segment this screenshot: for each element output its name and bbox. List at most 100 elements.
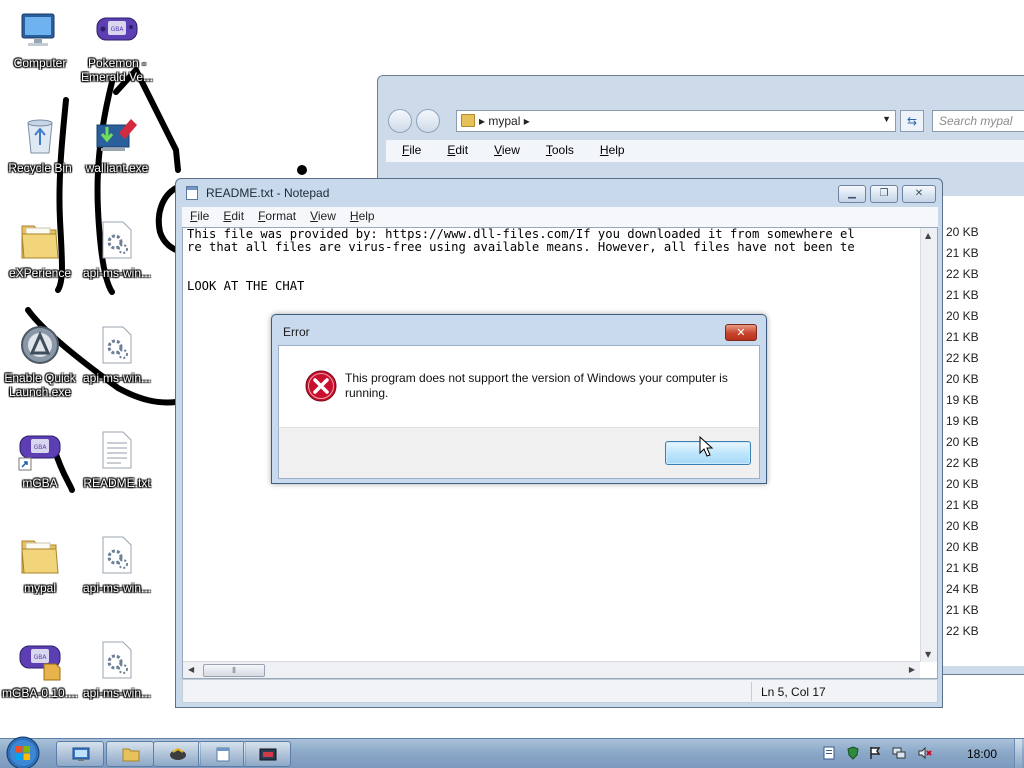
- system-tray: 18:00: [820, 739, 1022, 768]
- desktop-icon-walliant[interactable]: walliant.exe: [77, 105, 157, 195]
- dialog-title: Error: [283, 325, 310, 339]
- scroll-up-arrow-icon[interactable]: ▲: [925, 231, 931, 240]
- folder-icon: [21, 540, 59, 574]
- breadcrumb[interactable]: ▸ mypal ▸: [479, 114, 530, 128]
- scroll-down-arrow-icon[interactable]: ▼: [925, 650, 931, 659]
- horizontal-scrollbar[interactable]: ◀ ⦀ ▶: [183, 661, 920, 678]
- desktop-icon-label: api-ms-win...: [82, 371, 151, 385]
- forward-button[interactable]: [416, 109, 440, 133]
- desktop-icon-label: mypal: [23, 581, 56, 595]
- desktop-icon-enable-quick-launch[interactable]: Enable Quick Launch.exe: [0, 315, 80, 405]
- taskbar-button-notepad[interactable]: [198, 741, 246, 767]
- desktop-icon-recycle-bin[interactable]: Recycle Bin: [0, 105, 80, 195]
- security-shield-icon[interactable]: [846, 746, 860, 760]
- menu-view[interactable]: View: [302, 207, 342, 223]
- notepad-icon: [186, 186, 198, 200]
- desktop-icon-pokemon-emerald[interactable]: GBA Pokemon - Emerald Ve...: [77, 0, 157, 90]
- file-size-cell: 21 KB: [946, 288, 979, 302]
- clock[interactable]: 18:00: [960, 747, 1004, 761]
- address-dropdown-icon[interactable]: ▼: [882, 114, 891, 124]
- desktop-icon-label: mGBA-0.10....: [1, 686, 79, 700]
- back-button[interactable]: [388, 109, 412, 133]
- search-input[interactable]: Search mypal: [932, 110, 1024, 132]
- desktop-icon-api-ms-win-3[interactable]: api-ms-win...: [77, 525, 157, 615]
- dialog-close-button[interactable]: ✕: [725, 324, 757, 341]
- mouse-cursor-icon: [699, 436, 714, 457]
- status-separator: [751, 682, 752, 701]
- file-size-column: 20 KB 21 KB 22 KB 21 KB 20 KB 21 KB 22 KB 20 KB…: [946, 222, 986, 642]
- menu-view[interactable]: View: [478, 140, 530, 157]
- error-icon: [305, 370, 337, 402]
- menu-edit[interactable]: Edit: [431, 140, 478, 157]
- taskbar-button-app[interactable]: [153, 741, 201, 767]
- desktop-icon-api-ms-win-1[interactable]: api-ms-win...: [77, 210, 157, 300]
- status-bar: Ln 5, Col 17: [182, 679, 938, 703]
- desktop-icon-mgba-archive[interactable]: GBA mGBA-0.10....: [0, 630, 80, 720]
- horizontal-scroll-thumb[interactable]: ⦀: [203, 664, 265, 677]
- file-size-cell: 21 KB: [946, 498, 979, 512]
- error-dialog[interactable]: Error ✕ This program does not support th…: [271, 314, 767, 484]
- maximize-button[interactable]: ❐: [870, 185, 898, 203]
- desktop-icon-api-ms-win-2[interactable]: api-ms-win...: [77, 315, 157, 405]
- file-size-cell: 22 KB: [946, 624, 979, 638]
- breadcrumb-mypal[interactable]: mypal: [488, 114, 520, 128]
- folder-icon: [21, 225, 59, 259]
- dll-file-icon: [102, 536, 132, 574]
- app-icon: [170, 747, 186, 760]
- desktop-icon-api-ms-win-4[interactable]: api-ms-win...: [77, 630, 157, 720]
- volume-muted-icon[interactable]: [918, 746, 932, 760]
- taskbar-button-explorer[interactable]: [106, 741, 154, 767]
- explorer-menu-bar: File Edit View Tools Help: [386, 140, 1024, 162]
- file-size-cell: 24 KB: [946, 582, 979, 596]
- file-size-cell: 20 KB: [946, 477, 979, 491]
- taskbar: 18:00: [0, 735, 1024, 768]
- scroll-left-arrow-icon[interactable]: ◀: [188, 665, 194, 674]
- minimize-button[interactable]: ▁: [838, 185, 866, 203]
- taskbar-button-error-dialog[interactable]: [243, 741, 291, 767]
- file-size-cell: 21 KB: [946, 246, 979, 260]
- desktop-icon-label: Enable Quick Launch.exe: [4, 371, 76, 399]
- file-size-cell: 22 KB: [946, 456, 979, 470]
- svg-text:GBA: GBA: [34, 444, 48, 451]
- menu-tools[interactable]: Tools: [530, 140, 584, 157]
- desktop-icon-readme[interactable]: README.txt: [77, 420, 157, 510]
- menu-format[interactable]: Format: [250, 207, 302, 223]
- menu-file[interactable]: File: [182, 207, 215, 223]
- desktop-icon-label: Pokemon - Emerald Ve...: [80, 56, 154, 84]
- scroll-right-arrow-icon[interactable]: ▶: [909, 665, 915, 674]
- dialog-body: This program does not support the versio…: [278, 345, 760, 427]
- desktop-icon-computer[interactable]: Computer: [0, 0, 80, 90]
- vertical-scrollbar[interactable]: ▲ ▼: [920, 228, 937, 662]
- dialog-footer: [278, 427, 760, 479]
- folder-icon: [122, 748, 140, 762]
- menu-file[interactable]: File: [386, 140, 431, 157]
- text-line-5: LOOK AT THE CHAT: [187, 279, 305, 293]
- action-center-flag-icon[interactable]: [868, 746, 882, 760]
- desktop-icon-label: eXPerience: [8, 266, 72, 280]
- notepad-title-bar[interactable]: README.txt - Notepad ▁ ❐ ✕: [176, 179, 942, 207]
- quick-launch-icon: [21, 326, 59, 364]
- file-size-cell: 19 KB: [946, 393, 979, 407]
- network-icon[interactable]: [892, 746, 906, 760]
- address-bar[interactable]: ▸ mypal ▸ ▼: [456, 110, 896, 132]
- desktop-icon-label: Recycle Bin: [8, 161, 72, 175]
- desktop-icon-label: mGBA: [22, 476, 58, 490]
- desktop-icon-mgba[interactable]: GBA mGBA: [0, 420, 80, 510]
- desktop-icon-experience[interactable]: eXPerience: [0, 210, 80, 300]
- desktop-icon-mypal[interactable]: mypal: [0, 525, 80, 615]
- clipboard-icon[interactable]: [822, 746, 836, 760]
- taskbar-button-remote-desktop[interactable]: [56, 741, 104, 767]
- refresh-button[interactable]: ⇆: [900, 110, 924, 132]
- recycle-bin-icon: [27, 119, 53, 154]
- cursor-position: Ln 5, Col 17: [761, 685, 826, 699]
- file-size-cell: 21 KB: [946, 603, 979, 617]
- close-button[interactable]: ✕: [902, 185, 936, 203]
- show-desktop-button[interactable]: [1014, 739, 1022, 768]
- menu-help[interactable]: Help: [342, 207, 381, 223]
- svg-text:GBA: GBA: [111, 26, 125, 33]
- menu-edit[interactable]: Edit: [215, 207, 250, 223]
- file-size-cell: 22 KB: [946, 351, 979, 365]
- menu-help[interactable]: Help: [584, 140, 635, 157]
- computer-icon: [21, 13, 55, 46]
- start-button[interactable]: [3, 735, 43, 768]
